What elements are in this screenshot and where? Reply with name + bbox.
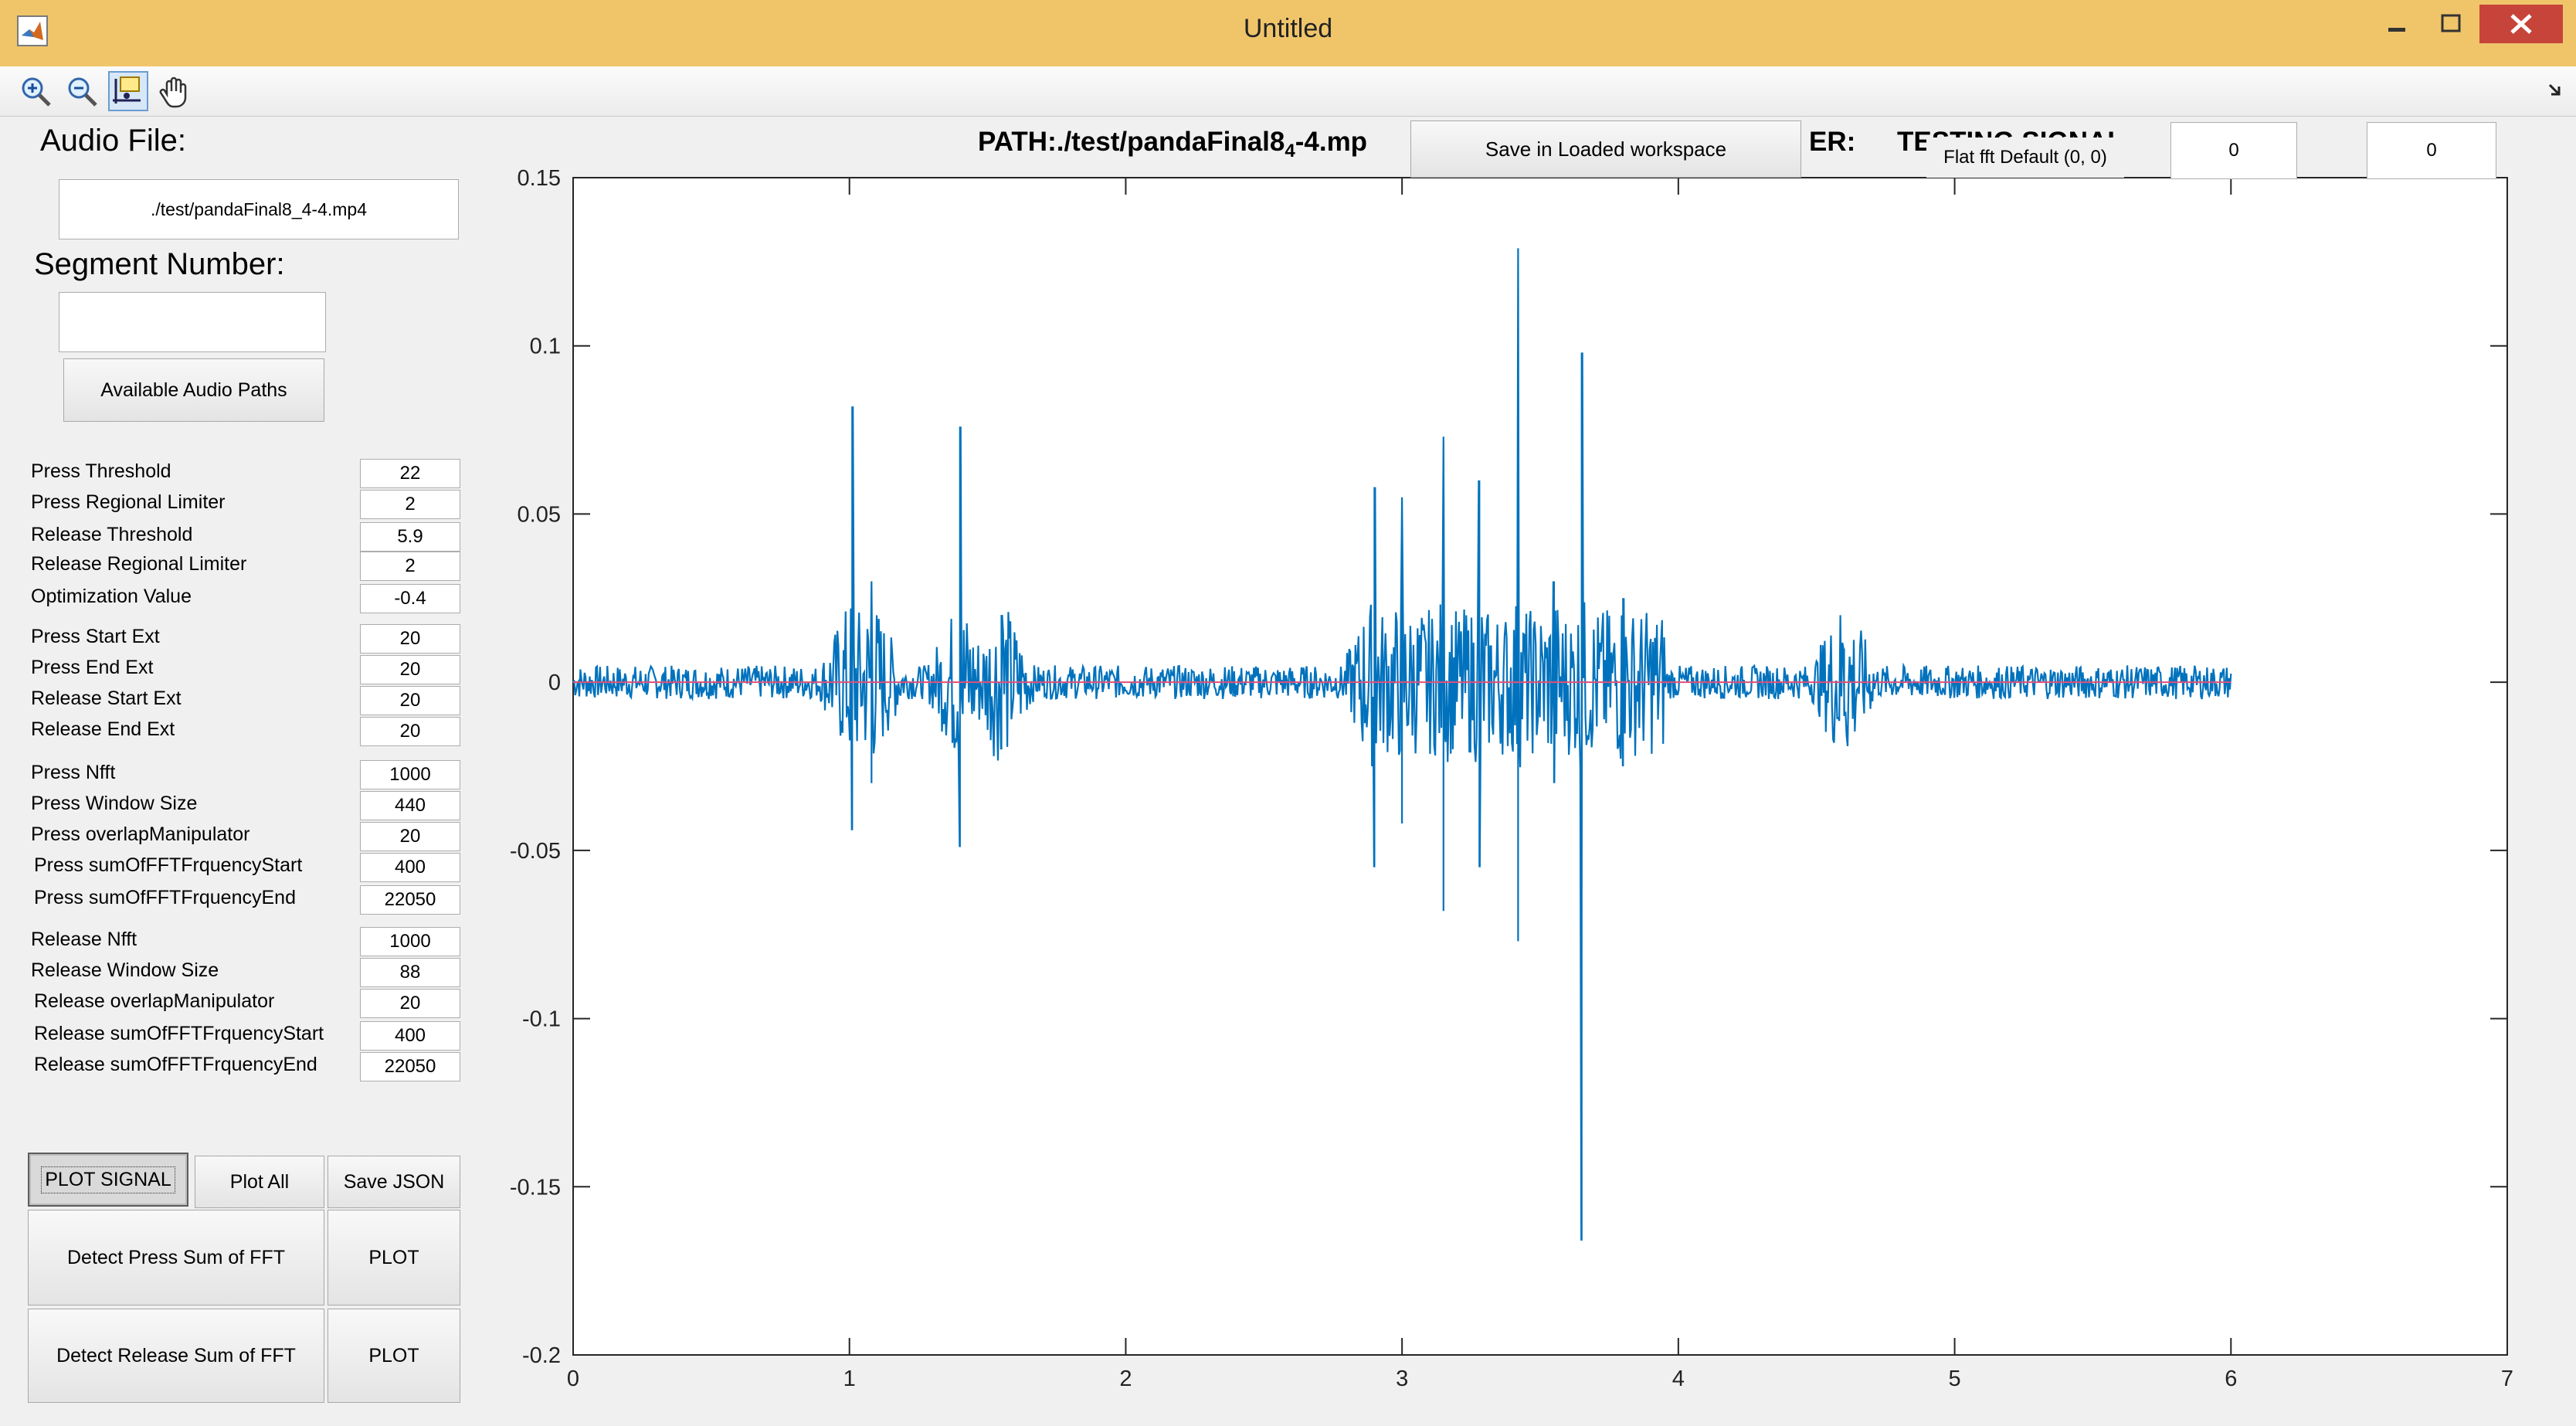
y-tick-label: 0.1 — [530, 334, 561, 359]
plot-area — [572, 177, 2508, 1356]
y-tick-label: -0.05 — [510, 839, 561, 864]
x-tick-label: 7 — [2501, 1367, 2513, 1391]
x-tick-label: 1 — [843, 1367, 856, 1391]
x-tick-label: 0 — [567, 1367, 579, 1391]
y-tick-label: -0.2 — [522, 1343, 561, 1368]
x-tick-label: 5 — [1949, 1367, 1961, 1391]
y-tick-label: -0.1 — [522, 1007, 561, 1032]
x-tick-label: 6 — [2225, 1367, 2237, 1391]
x-tick-label: 2 — [1119, 1367, 1132, 1391]
flat-fft-default-label: Flat fft Default (0, 0) — [1926, 138, 2124, 178]
save-in-loaded-workspace-button[interactable]: Save in Loaded workspace — [1410, 121, 1801, 178]
matlab-figure-window: Untitled Audio File: ./test/pandaFinal8_… — [0, 0, 2576, 1426]
path-label-prefix: PATH:./test/pandaFinal8 — [978, 127, 1285, 157]
path-label-subscript: 4 — [1285, 141, 1295, 161]
y-tick-label: 0.05 — [518, 502, 561, 527]
x-tick-label: 3 — [1396, 1367, 1408, 1391]
y-tick-label: -0.15 — [510, 1175, 561, 1200]
value-input-a[interactable]: 0 — [2170, 122, 2297, 179]
path-label-suffix: -4.mp — [1295, 127, 1368, 157]
y-tick-label: 0 — [548, 671, 561, 695]
er-label: ER: — [1809, 127, 1856, 157]
y-tick-label: 0.15 — [518, 166, 561, 191]
x-tick-label: 4 — [1672, 1367, 1685, 1391]
value-input-b[interactable]: 0 — [2367, 122, 2496, 179]
signal-plot: 0 1 2 3 4 5 6 7 0.15 0.1 0.05 0 -0.05 -0.1 -0.15 -0.2 — [510, 166, 2513, 1391]
path-label: PATH:./test/pandaFinal84-4.mp — [978, 127, 1367, 162]
